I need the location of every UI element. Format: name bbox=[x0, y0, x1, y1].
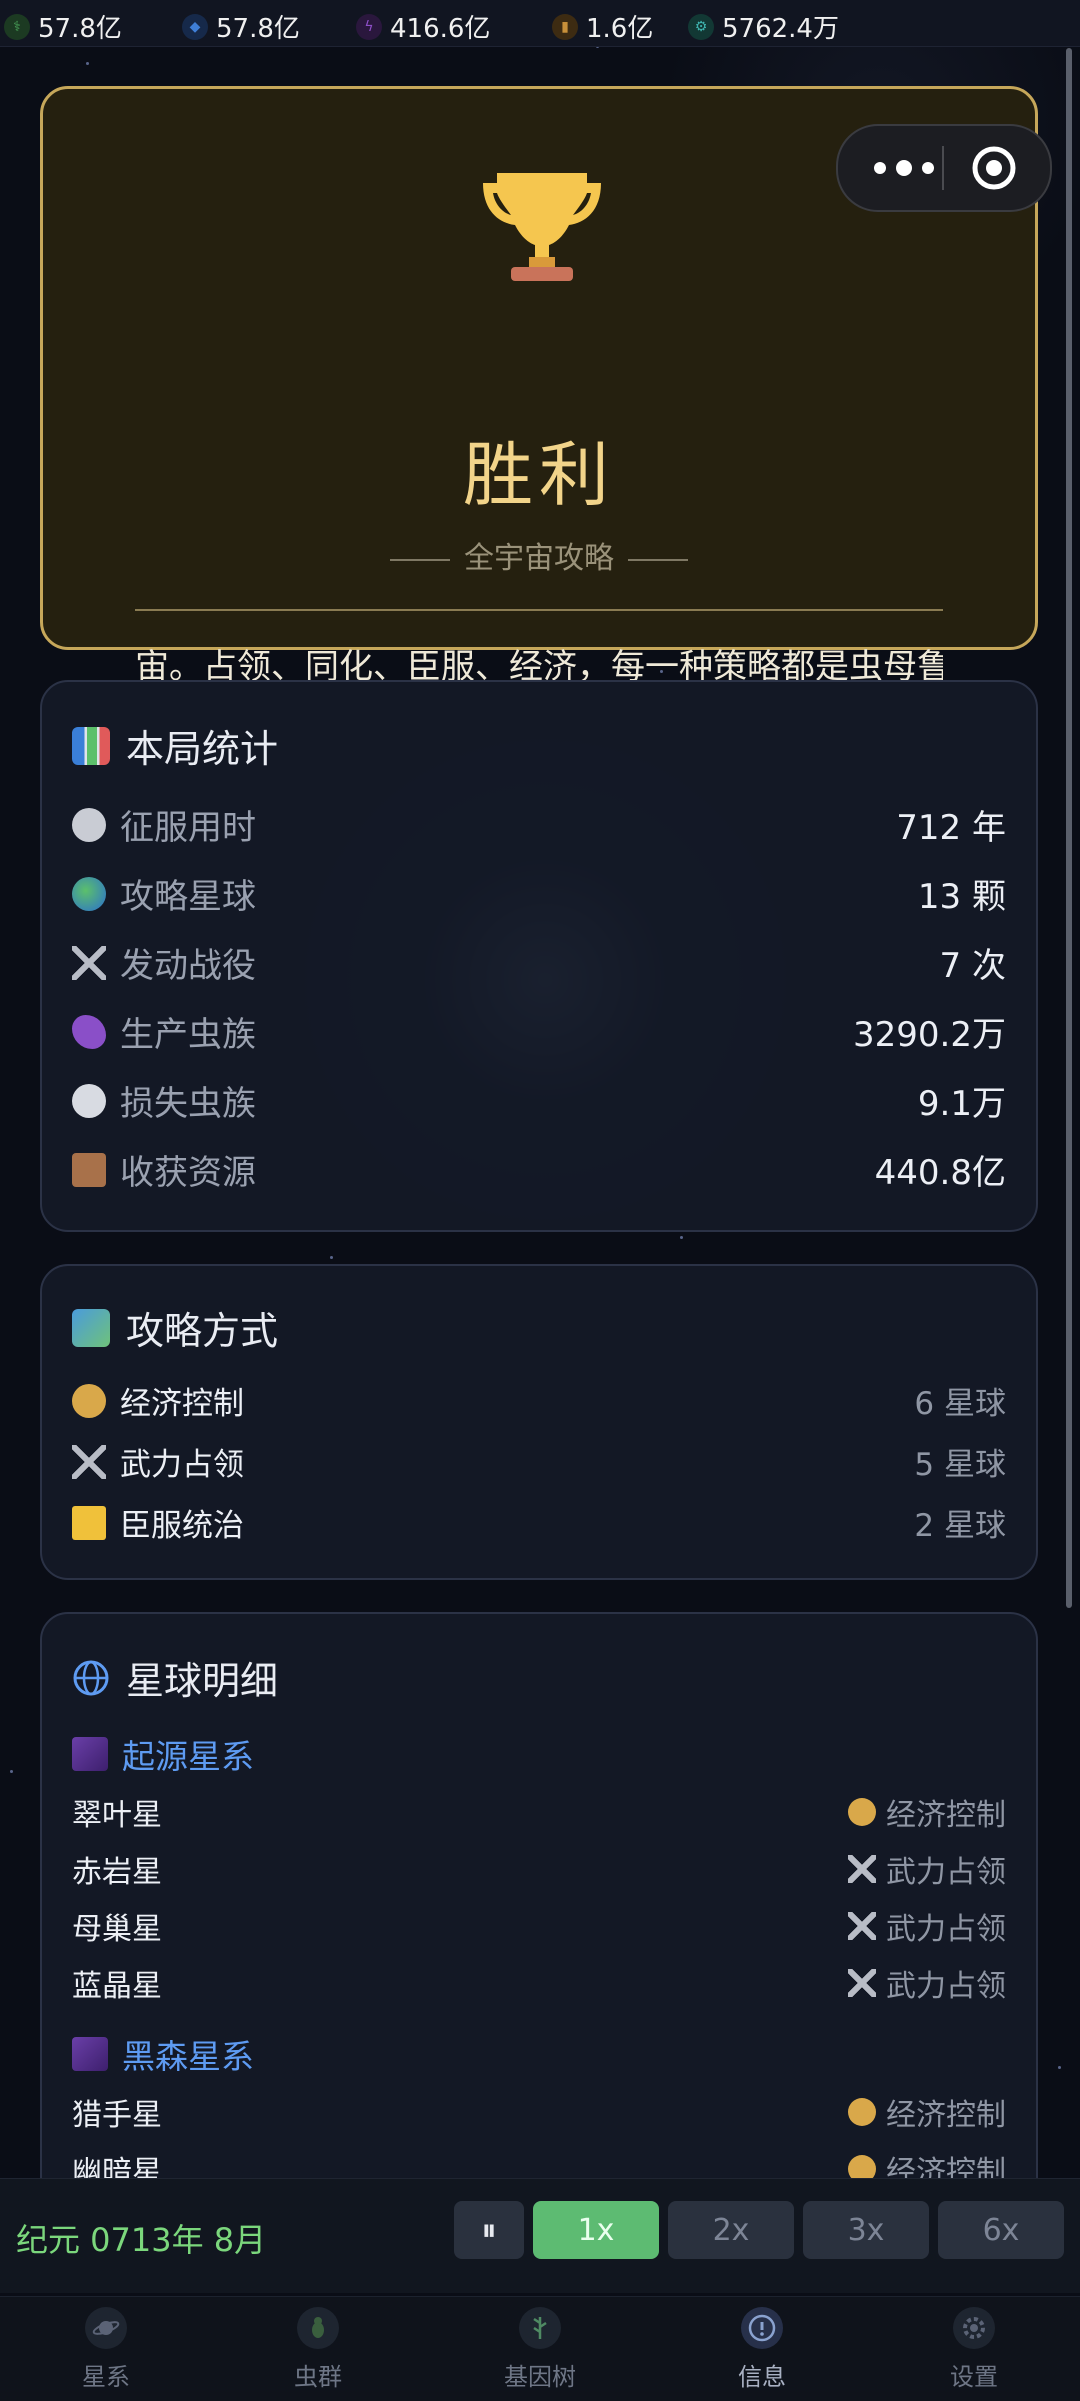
crossed-swords-icon bbox=[72, 1444, 106, 1479]
game-control-bar: 纪元 0713年 8月 ⏸ 1x 2x 3x 6x bbox=[0, 2178, 1080, 2293]
tab-info[interactable]: 信息 bbox=[692, 2307, 832, 2392]
package-icon bbox=[72, 1152, 106, 1187]
money-bag-icon bbox=[848, 2098, 876, 2126]
stat-row: 收获资源 440.8亿 bbox=[72, 1145, 1006, 1194]
methods-title: 攻略方式 bbox=[72, 1300, 278, 1355]
crown-icon bbox=[72, 1505, 106, 1540]
stat-row: 生产虫族 3290.2万 bbox=[72, 1007, 1006, 1056]
speed-2x-button[interactable]: 2x bbox=[668, 2201, 794, 2259]
info-icon bbox=[741, 2307, 783, 2349]
resource-gem: ◆ 57.8亿 bbox=[182, 8, 300, 45]
worm-icon bbox=[72, 1014, 106, 1049]
resource-gold: ▮ 1.6亿 bbox=[552, 8, 653, 45]
gene-tree-icon bbox=[519, 2307, 561, 2349]
globe-outline-icon bbox=[73, 1660, 109, 1695]
resource-bar: ⚕ 57.8亿 ◆ 57.8亿 ϟ 416.6亿 ▮ 1.6亿 ⚙ 5762.4… bbox=[0, 0, 1080, 47]
galaxy-icon bbox=[72, 2037, 108, 2071]
money-bag-icon bbox=[72, 1383, 106, 1418]
galaxy-icon bbox=[72, 1737, 108, 1771]
settings-icon bbox=[953, 2307, 995, 2349]
method-row: 武力占领 5 星球 bbox=[72, 1439, 1006, 1484]
more-options-icon[interactable] bbox=[864, 148, 944, 188]
tab-settings[interactable]: 设置 bbox=[904, 2307, 1044, 2392]
stat-row: 损失虫族 9.1万 bbox=[72, 1076, 1006, 1125]
planet-row[interactable]: 蓝晶星 武力占领 bbox=[72, 1961, 1006, 2005]
method-row: 经济控制 6 星球 bbox=[72, 1378, 1006, 1423]
gear-icon: ⚙ bbox=[688, 13, 714, 40]
close-miniprogram-icon[interactable] bbox=[970, 144, 1018, 192]
bar-chart-icon bbox=[72, 726, 110, 765]
tab-gene-tree[interactable]: 基因树 bbox=[470, 2307, 610, 2392]
stat-row: 攻略星球 13 颗 bbox=[72, 869, 1006, 918]
gold-icon: ▮ bbox=[552, 13, 578, 40]
divider bbox=[135, 609, 943, 611]
map-icon bbox=[72, 1308, 110, 1347]
pause-button[interactable]: ⏸ bbox=[454, 2201, 524, 2259]
stopwatch-icon bbox=[72, 807, 106, 842]
stats-panel: 本局统计 征服用时 712 年 攻略星球 13 颗 发动战役 7 次 生产虫族 … bbox=[40, 680, 1038, 1232]
crossed-swords-icon bbox=[72, 945, 106, 980]
crossed-swords-icon bbox=[848, 1912, 876, 1940]
stat-row: 发动战役 7 次 bbox=[72, 938, 1006, 987]
resource-dna: ⚕ 57.8亿 bbox=[4, 8, 122, 45]
speed-1x-button[interactable]: 1x bbox=[533, 2201, 659, 2259]
galaxy-header[interactable]: 起源星系 bbox=[72, 1730, 254, 1778]
resource-energy: ϟ 416.6亿 bbox=[356, 8, 490, 45]
victory-subtitle: 全宇宙攻略 bbox=[43, 533, 1035, 577]
galaxy-header[interactable]: 黑森星系 bbox=[72, 2030, 254, 2078]
capsule-separator bbox=[942, 146, 944, 190]
era-date: 纪元 0713年 8月 bbox=[16, 2221, 267, 2259]
stats-title: 本局统计 bbox=[72, 718, 278, 773]
tab-swarm[interactable]: 虫群 bbox=[248, 2307, 388, 2392]
bottom-tab-bar: 星系 虫群 基因树 信息 设置 bbox=[0, 2296, 1080, 2401]
gem-icon: ◆ bbox=[182, 13, 208, 40]
trophy-icon bbox=[483, 173, 601, 281]
resource-gear: ⚙ 5762.4万 bbox=[688, 8, 839, 45]
bug-icon bbox=[297, 2307, 339, 2349]
victory-title: 胜利 bbox=[463, 434, 615, 516]
globe-icon bbox=[72, 876, 106, 911]
planets-title: 星球明细 bbox=[72, 1650, 278, 1705]
planet-row[interactable]: 翠叶星 经济控制 bbox=[72, 1790, 1006, 1834]
planet-row[interactable]: 母巢星 武力占领 bbox=[72, 1904, 1006, 1948]
miniprogram-capsule[interactable] bbox=[836, 124, 1052, 212]
planet-row[interactable]: 赤岩星 武力占领 bbox=[72, 1847, 1006, 1891]
planets-panel: 星球明细 起源星系 翠叶星 经济控制 赤岩星 武力占领 母巢星 武力占领 蓝晶星… bbox=[40, 1612, 1038, 2232]
methods-panel: 攻略方式 经济控制 6 星球 武力占领 5 星球 臣服统治 2 星球 bbox=[40, 1264, 1038, 1580]
money-bag-icon bbox=[848, 1798, 876, 1826]
speed-6x-button[interactable]: 6x bbox=[938, 2201, 1064, 2259]
planet-row[interactable]: 猎手星 经济控制 bbox=[72, 2090, 1006, 2134]
dna-icon: ⚕ bbox=[4, 13, 30, 40]
skull-icon bbox=[72, 1083, 106, 1118]
planet-icon bbox=[85, 2307, 127, 2349]
crossed-swords-icon bbox=[848, 1969, 876, 1997]
scrollbar[interactable] bbox=[1066, 48, 1072, 1608]
method-row: 臣服统治 2 星球 bbox=[72, 1500, 1006, 1545]
stat-row: 征服用时 712 年 bbox=[72, 800, 1006, 849]
energy-icon: ϟ bbox=[356, 13, 382, 40]
speed-3x-button[interactable]: 3x bbox=[803, 2201, 929, 2259]
crossed-swords-icon bbox=[848, 1855, 876, 1883]
tab-galaxy[interactable]: 星系 bbox=[36, 2307, 176, 2392]
